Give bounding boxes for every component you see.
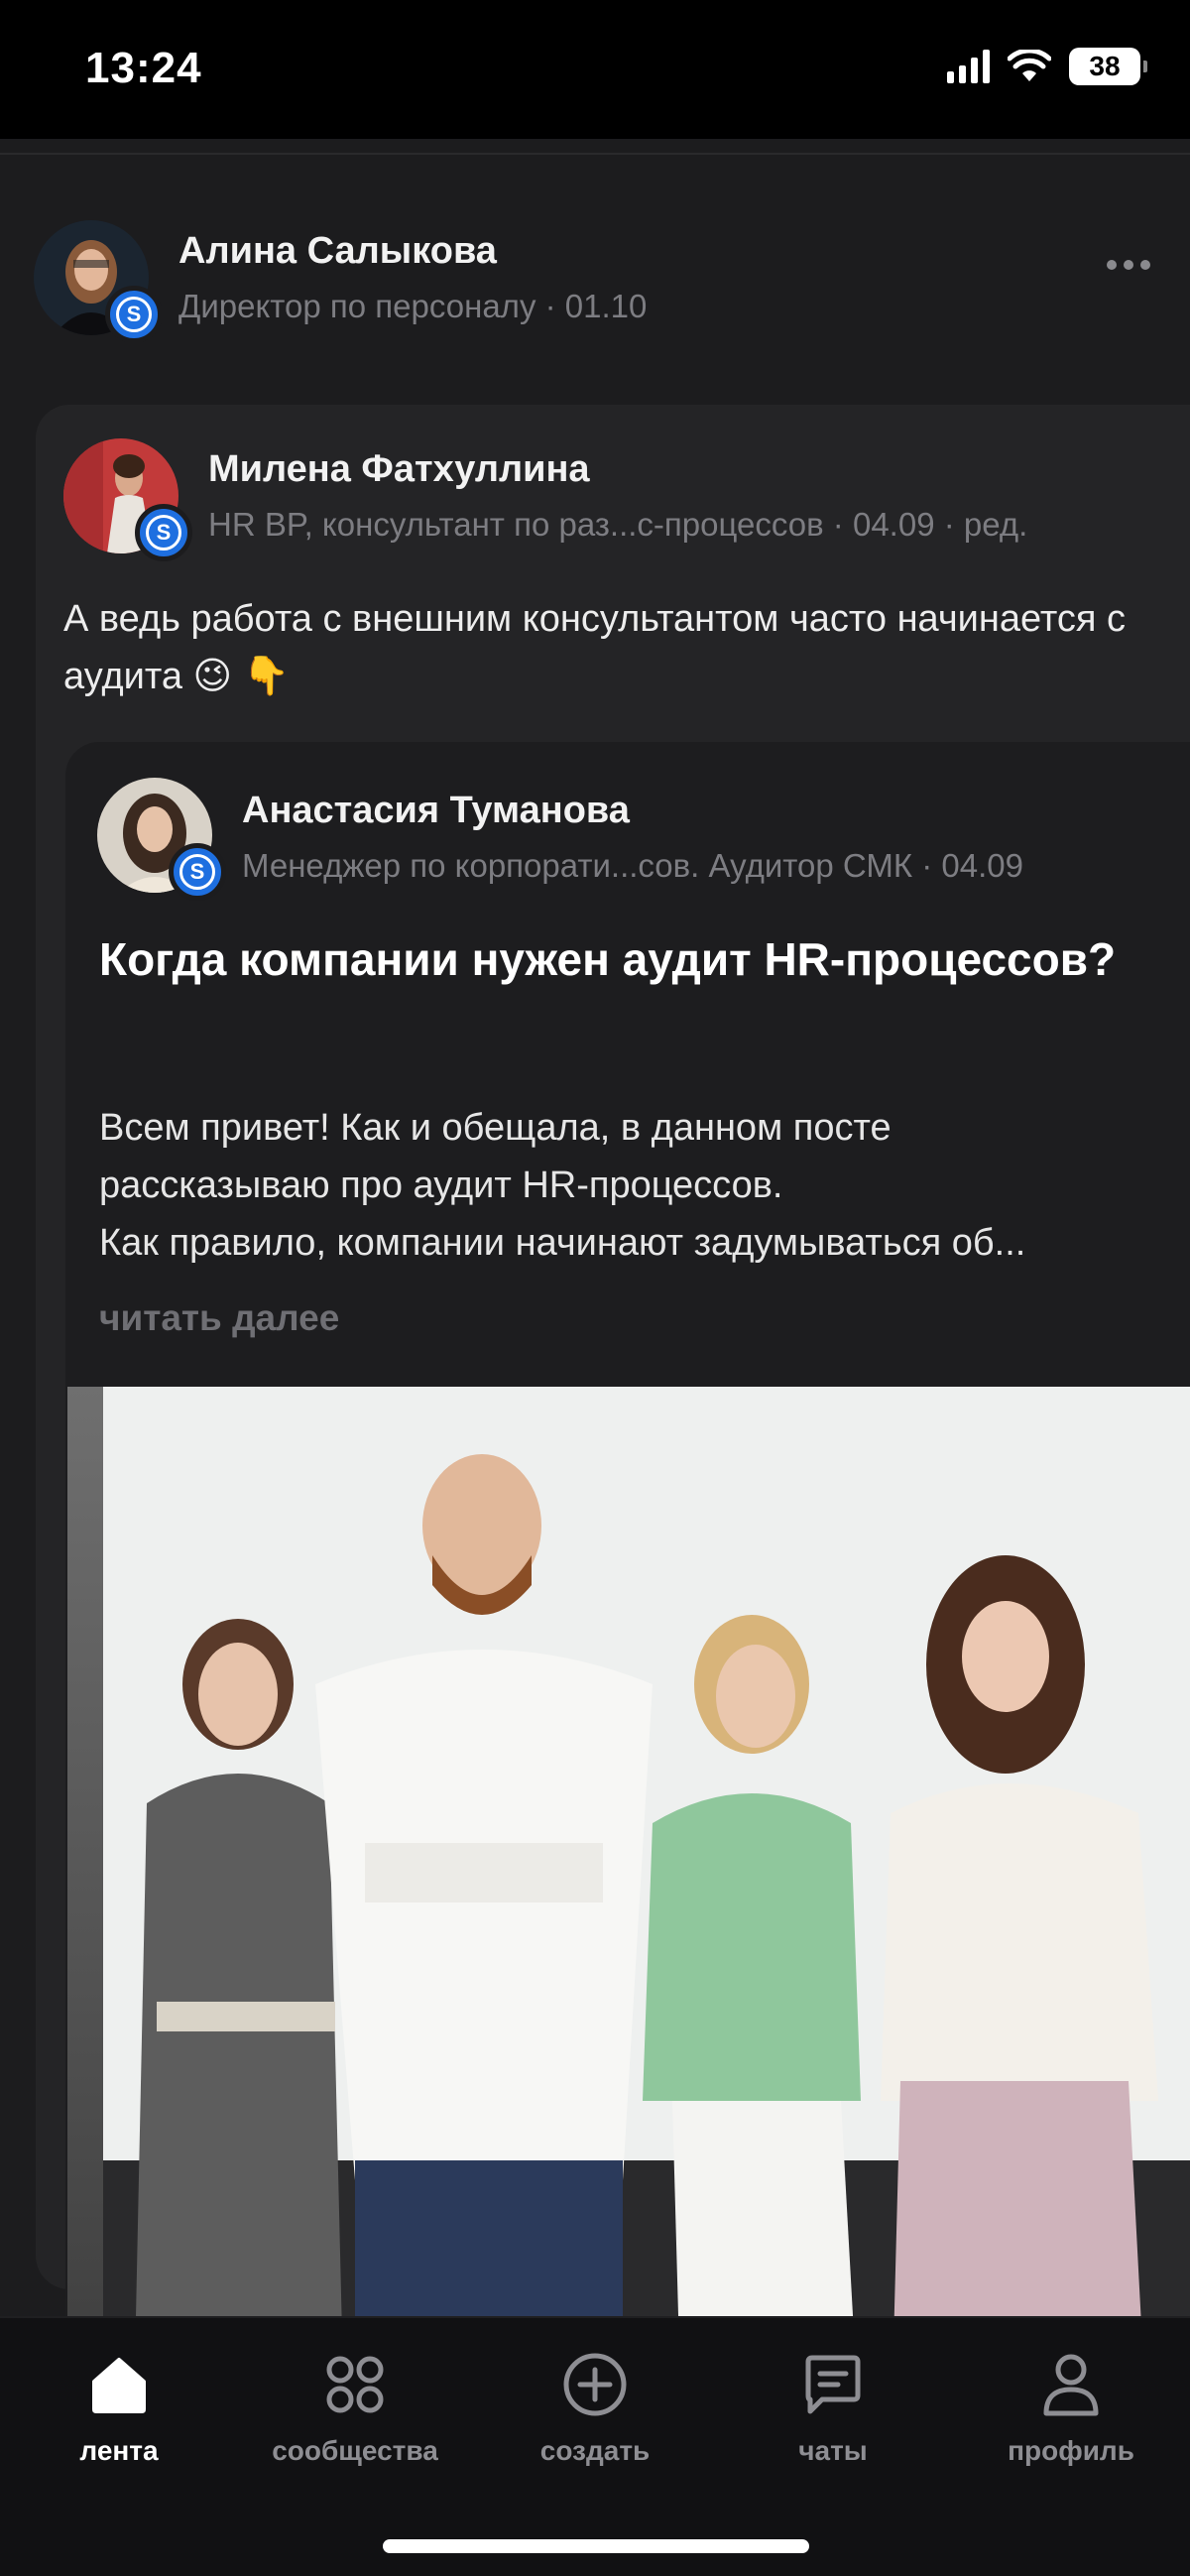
nav-communities[interactable]: сообщества [246, 2350, 464, 2467]
nav-feed[interactable]: лента [10, 2350, 228, 2467]
author-name[interactable]: Алина Салыкова [178, 230, 497, 273]
avatar-author[interactable]: S [34, 220, 163, 343]
plus-circle-icon [560, 2350, 630, 2419]
status-bar: 13:24 38 [0, 0, 1190, 139]
avatar-original-author[interactable]: S [97, 778, 226, 901]
post-body: Всем привет! Как и обещала, в данном пос… [99, 1099, 1170, 1272]
signal-icon [947, 50, 990, 83]
original-author-name[interactable]: Анастасия Туманова [242, 790, 630, 832]
nav-chats[interactable]: чаты [724, 2350, 942, 2467]
nav-label: чаты [798, 2435, 868, 2466]
nav-label: сообщества [272, 2435, 438, 2466]
repost-author-meta: HR BP, консультант по раз...с-процессов … [208, 506, 1028, 543]
home-icon [84, 2350, 154, 2419]
bottom-navigation: лента сообщества создать чаты профиль [0, 2316, 1190, 2576]
photo-edge [67, 1387, 103, 2316]
post-body-line: Всем привет! Как и обещала, в данном пос… [99, 1107, 892, 1149]
battery-icon: 38 [1069, 48, 1147, 85]
feed-divider [0, 153, 1190, 155]
status-time: 13:24 [85, 44, 202, 92]
original-author-meta: Менеджер по корпорати...сов. Аудитор СМК… [242, 847, 1023, 884]
team-photo [67, 1387, 1190, 2316]
home-indicator[interactable] [383, 2539, 809, 2553]
status-icons: 38 [947, 48, 1147, 85]
author-meta: Директор по персоналу · 01.10 [178, 288, 648, 324]
feed[interactable]: S Алина Салыкова Директор по персоналу ·… [0, 139, 1190, 2316]
post-body-line: Как правило, компании начинают задумыват… [99, 1222, 1026, 1264]
chat-icon [798, 2350, 868, 2419]
nav-profile[interactable]: профиль [962, 2350, 1180, 2467]
nav-label: лента [79, 2435, 159, 2466]
verified-badge-icon: S [105, 286, 163, 343]
repost-author-name[interactable]: Милена Фатхуллина [208, 448, 590, 491]
post-photo[interactable] [67, 1387, 1190, 2316]
verified-badge-icon: S [169, 843, 226, 901]
nav-create[interactable]: создать [486, 2350, 704, 2467]
verified-badge-icon: S [135, 504, 192, 561]
read-more-link[interactable]: читать далее [99, 1297, 339, 1339]
nav-label: профиль [1008, 2435, 1134, 2466]
post-title[interactable]: Когда компании нужен аудит HR-процессов? [99, 926, 1140, 992]
post-body-line: рассказываю про аудит HR-процессов. [99, 1165, 783, 1206]
grid-icon [320, 2350, 390, 2419]
more-options-icon[interactable] [1107, 260, 1150, 270]
avatar-repost-author[interactable]: S [63, 438, 192, 561]
wifi-icon [1008, 50, 1051, 81]
person-icon [1036, 2350, 1106, 2419]
repost-text: А ведь работа с внешним консультантом ча… [63, 598, 1126, 697]
nav-label: создать [539, 2435, 651, 2466]
